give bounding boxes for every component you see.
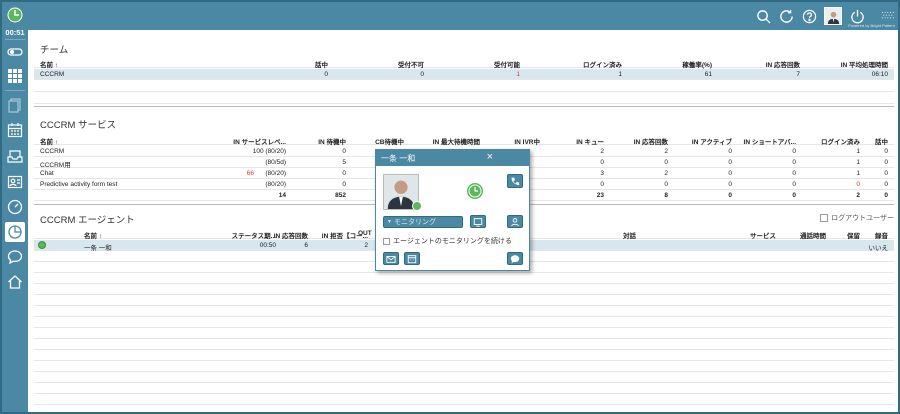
agent-section-title: CCCRM エージェント <box>40 215 135 226</box>
available-check-icon <box>412 201 422 211</box>
col-name[interactable]: 名前 ↑ <box>40 59 58 69</box>
app-window: 00:51 Powered by Bright Pattern チーム 名前 ↑… <box>0 0 900 414</box>
email-button[interactable] <box>383 252 399 265</box>
continue-monitoring-checkbox[interactable] <box>383 237 390 245</box>
monitoring-select[interactable]: ▼ モニタリング <box>383 216 463 228</box>
status-clock-icon <box>466 182 484 202</box>
popup-title: 一条 一和 <box>381 154 416 163</box>
user-profile-button[interactable] <box>507 215 523 228</box>
logout-users-checkbox[interactable] <box>820 214 829 222</box>
grid-icon[interactable] <box>5 66 25 86</box>
calendar-button[interactable] <box>404 252 420 265</box>
popup-header: 一条 一和 × <box>376 150 529 166</box>
search-icon[interactable] <box>754 7 772 25</box>
agent-photo <box>383 174 422 211</box>
service-table-header: 名前 ↑ IN サービスレベ... IN 待機中 CB待機中 IN 最大待機時間… <box>34 134 894 146</box>
team-table-header: 名前 ↑ 話中 受付不可 受付可能 ログイン済み 稼働率(%) IN 応答回数 … <box>34 57 894 69</box>
service-section-title: CCCRM サービス <box>40 120 116 131</box>
chevron-down-icon: ▼ <box>387 219 392 225</box>
chat-button[interactable] <box>507 252 523 265</box>
status-icon <box>38 241 46 249</box>
close-icon[interactable]: × <box>487 151 493 163</box>
gauge-icon[interactable] <box>5 197 25 217</box>
dashboard-icon[interactable] <box>5 222 25 242</box>
team-section-title: チーム <box>40 45 69 56</box>
clock-icon[interactable] <box>5 5 25 25</box>
table-row[interactable]: CCCRM 0 0 1 1 61 7 06:10 <box>34 69 894 80</box>
help-icon[interactable] <box>800 7 818 25</box>
screen-monitor-button[interactable] <box>470 215 486 228</box>
powered-by-text: Powered by Bright Pattern <box>848 23 895 28</box>
home-icon[interactable] <box>5 272 25 292</box>
continue-monitoring-option[interactable]: エージェントのモニタリングを続ける <box>383 236 512 246</box>
agent-popup: 一条 一和 × ▼ モニタリング エージェントのモニタリングを続ける <box>375 149 530 271</box>
sidebar: 00:51 <box>2 2 28 412</box>
calendar-icon[interactable] <box>5 120 25 140</box>
inbox-icon[interactable] <box>5 146 25 166</box>
logout-users-toggle[interactable]: ログアウトユーザー <box>820 213 894 223</box>
documents-icon[interactable] <box>5 95 25 115</box>
chat-icon[interactable] <box>5 247 25 267</box>
clock-time: 00:51 <box>5 28 25 37</box>
refresh-icon[interactable] <box>777 7 795 25</box>
toggle-icon[interactable] <box>5 42 25 62</box>
transfer-button[interactable] <box>507 174 523 188</box>
contacts-icon[interactable] <box>5 172 25 192</box>
user-avatar[interactable] <box>824 7 842 25</box>
top-bar: Powered by Bright Pattern <box>28 2 898 30</box>
